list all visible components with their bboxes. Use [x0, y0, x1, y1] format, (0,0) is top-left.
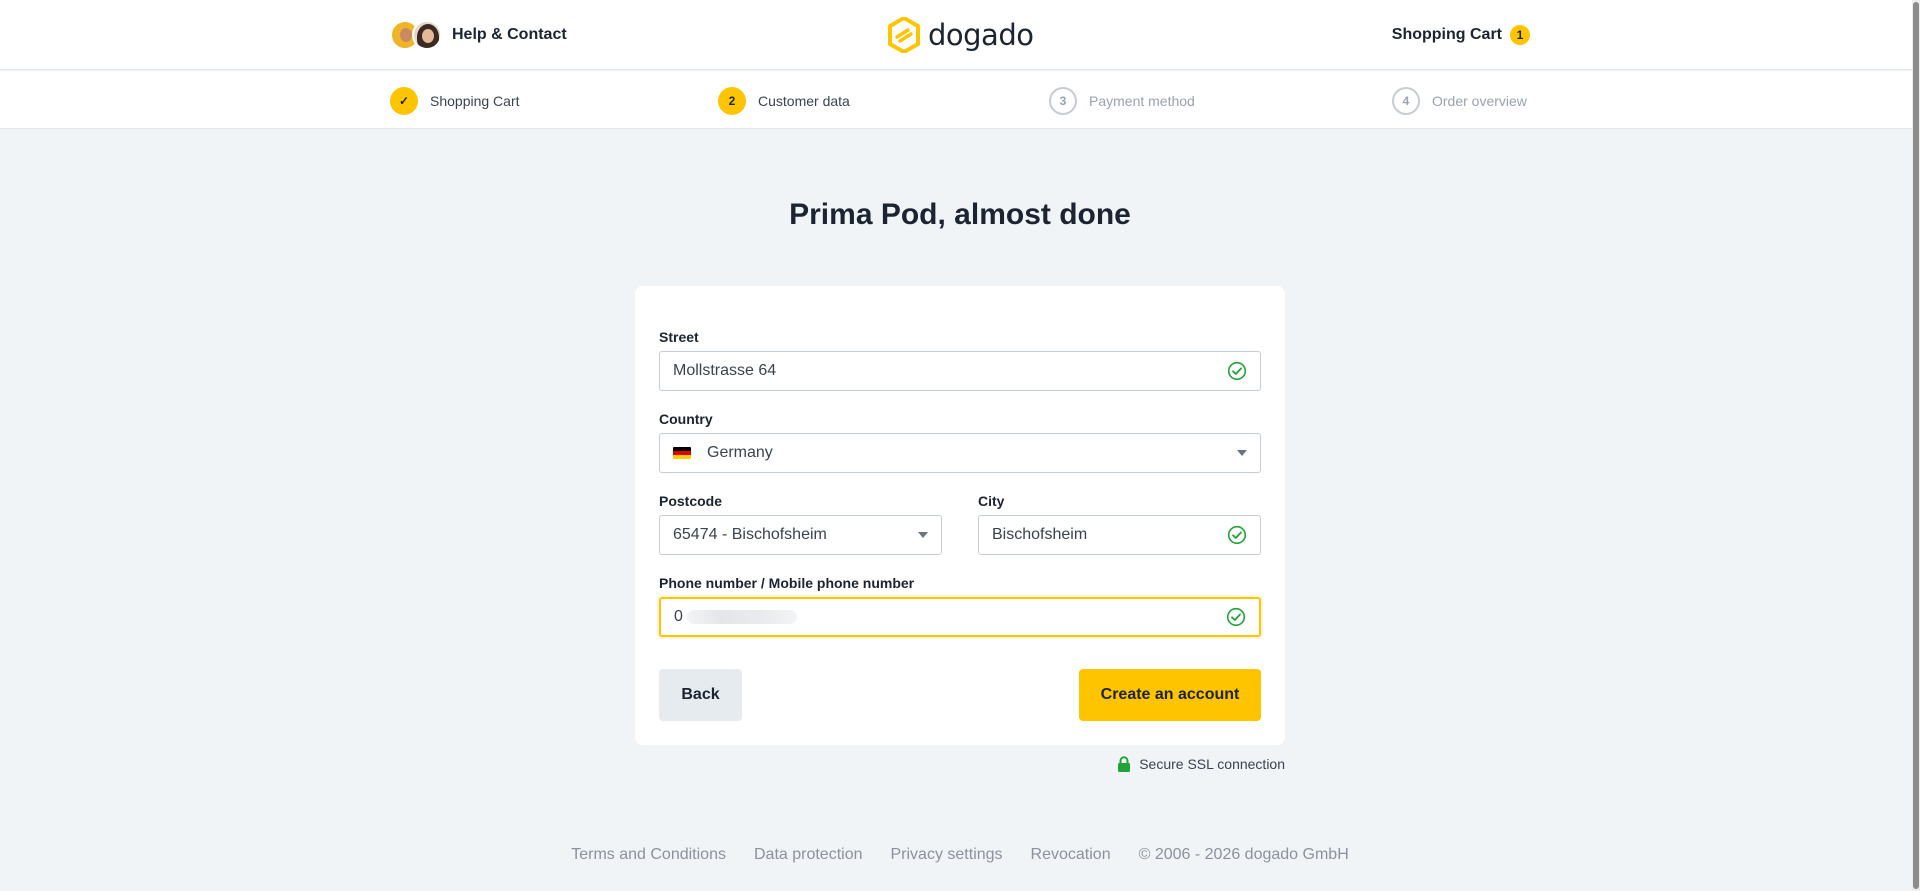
shopping-cart-label: Shopping Cart: [1391, 26, 1502, 43]
redacted-phone-mask: [686, 609, 797, 624]
step-number: 2: [718, 87, 746, 115]
postcode-label: Postcode: [659, 493, 723, 509]
ssl-notice: Secure SSL connection: [1117, 755, 1285, 773]
step-label: Customer data: [758, 93, 850, 109]
avatar: [412, 20, 442, 50]
step-label: Shopping Cart: [430, 93, 520, 109]
check-icon: [1227, 525, 1247, 545]
back-button[interactable]: Back: [659, 669, 742, 721]
footer-data-protection-link[interactable]: Data protection: [754, 846, 863, 864]
footer-privacy-settings-link[interactable]: Privacy settings: [891, 846, 1003, 864]
support-avatars: [390, 20, 442, 50]
street-label: Street: [659, 329, 699, 345]
street-value: Mollstrasse 64: [673, 362, 777, 379]
city-input[interactable]: Bischofsheim: [978, 515, 1261, 555]
step-label: Order overview: [1432, 93, 1527, 109]
city-label: City: [978, 493, 1005, 509]
country-label: Country: [659, 411, 713, 427]
chevron-down-icon: [918, 532, 928, 538]
step-number: 3: [1049, 87, 1077, 115]
step-check-icon: ✓: [390, 87, 418, 115]
scrollbar-thumb[interactable]: [1913, 2, 1919, 889]
help-contact-link[interactable]: Help & Contact: [390, 20, 567, 50]
step-shopping-cart[interactable]: ✓ Shopping Cart: [390, 87, 520, 115]
germany-flag-icon: [673, 447, 691, 459]
footer-terms-link[interactable]: Terms and Conditions: [571, 846, 726, 864]
customer-data-form: Street Mollstrasse 64 Country Germany Po…: [635, 286, 1285, 745]
logo-text: dogado: [928, 18, 1034, 52]
checkout-stepper: ✓ Shopping Cart 2 Customer data 3 Paymen…: [0, 71, 1920, 129]
step-order-overview: 4 Order overview: [1392, 87, 1527, 115]
check-icon: [1227, 361, 1247, 381]
page-scrollbar[interactable]: [1912, 0, 1920, 891]
dogado-logo-icon: [888, 17, 920, 53]
check-icon: [1226, 607, 1246, 627]
page-title: Prima Pod, almost done: [789, 198, 1131, 231]
postcode-value: 65474 - Bischofsheim: [673, 526, 827, 543]
phone-value: 0: [674, 608, 1226, 626]
dogado-logo[interactable]: dogado: [888, 16, 1034, 54]
phone-visible-digit: 0: [674, 608, 683, 625]
create-account-button[interactable]: Create an account: [1079, 669, 1261, 721]
city-value: Bischofsheim: [992, 526, 1088, 543]
footer: Terms and Conditions Data protection Pri…: [0, 846, 1920, 864]
shopping-cart-link[interactable]: Shopping Cart 1: [1392, 24, 1530, 46]
help-contact-label: Help & Contact: [452, 26, 567, 43]
street-input[interactable]: Mollstrasse 64: [659, 351, 1261, 391]
phone-label: Phone number / Mobile phone number: [659, 575, 915, 591]
footer-copyright: © 2006 - 2026 dogado GmbH: [1138, 846, 1349, 863]
ssl-label: Secure SSL connection: [1139, 756, 1285, 772]
postcode-select[interactable]: 65474 - Bischofsheim: [659, 515, 942, 555]
footer-revocation-link[interactable]: Revocation: [1031, 846, 1111, 864]
step-label: Payment method: [1089, 93, 1195, 109]
lock-icon: [1118, 756, 1131, 772]
step-payment-method: 3 Payment method: [1049, 87, 1195, 115]
cart-count-badge: 1: [1510, 25, 1530, 45]
step-number: 4: [1392, 87, 1420, 115]
chevron-down-icon: [1237, 450, 1247, 456]
country-select[interactable]: Germany: [659, 433, 1261, 473]
phone-input[interactable]: 0: [659, 597, 1261, 637]
step-customer-data: 2 Customer data: [718, 87, 850, 115]
top-header: Help & Contact dogado Shopping Cart 1: [0, 0, 1920, 70]
country-value: Germany: [707, 444, 773, 461]
